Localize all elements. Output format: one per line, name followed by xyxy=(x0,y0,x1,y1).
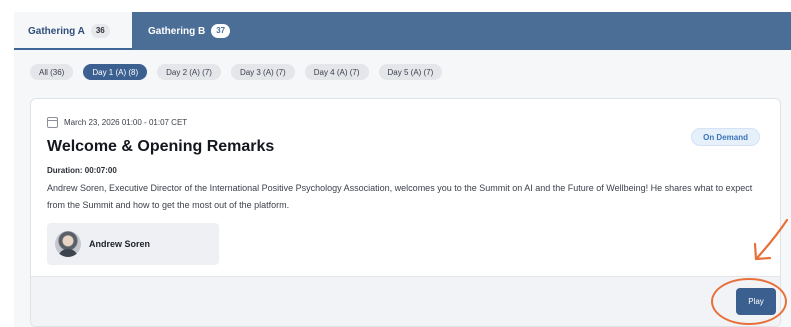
session-card: March 23, 2026 01:00 - 01:07 CET Welcome… xyxy=(30,98,781,327)
filter-chip-day-2[interactable]: Day 2 (A) (7) xyxy=(157,64,221,80)
speaker-name: Andrew Soren xyxy=(89,239,151,249)
session-duration: Duration: 00:07:00 xyxy=(47,166,117,175)
tab-gathering-b[interactable]: Gathering B 37 xyxy=(134,12,244,50)
filter-chip-day-1[interactable]: Day 1 (A) (8) xyxy=(83,64,148,80)
tab-label: Gathering A xyxy=(28,25,85,37)
session-title: Welcome & Opening Remarks xyxy=(47,138,275,155)
on-demand-badge: On Demand xyxy=(691,128,760,146)
session-description: Andrew Soren, Executive Director of the … xyxy=(47,183,753,210)
session-date: March 23, 2026 01:00 - 01:07 CET xyxy=(64,118,188,127)
filter-chip-day-5[interactable]: Day 5 (A) (7) xyxy=(378,64,443,80)
day-filter-bar: All (36) Day 1 (A) (8) Day 2 (A) (7) Day… xyxy=(30,64,443,80)
tab-count-badge: 36 xyxy=(90,24,110,38)
gathering-tabs: Gathering A 36 Gathering B 37 xyxy=(14,12,791,50)
session-date-row: March 23, 2026 01:00 - 01:07 CET xyxy=(47,117,187,128)
speaker-avatar xyxy=(55,231,81,257)
filter-chip-day-3[interactable]: Day 3 (A) (7) xyxy=(230,64,295,80)
tab-label: Gathering B xyxy=(148,25,206,37)
filter-chip-day-4[interactable]: Day 4 (A) (7) xyxy=(304,64,369,80)
card-footer xyxy=(31,276,780,326)
calendar-icon xyxy=(47,117,58,128)
annotation-circle xyxy=(711,278,787,325)
tab-gathering-a[interactable]: Gathering A 36 xyxy=(14,12,132,50)
filter-chip-all[interactable]: All (36) xyxy=(30,64,74,80)
speaker-chip[interactable]: Andrew Soren xyxy=(47,223,219,265)
tab-count-badge: 37 xyxy=(211,24,231,38)
annotation-arrow-icon xyxy=(753,218,789,261)
